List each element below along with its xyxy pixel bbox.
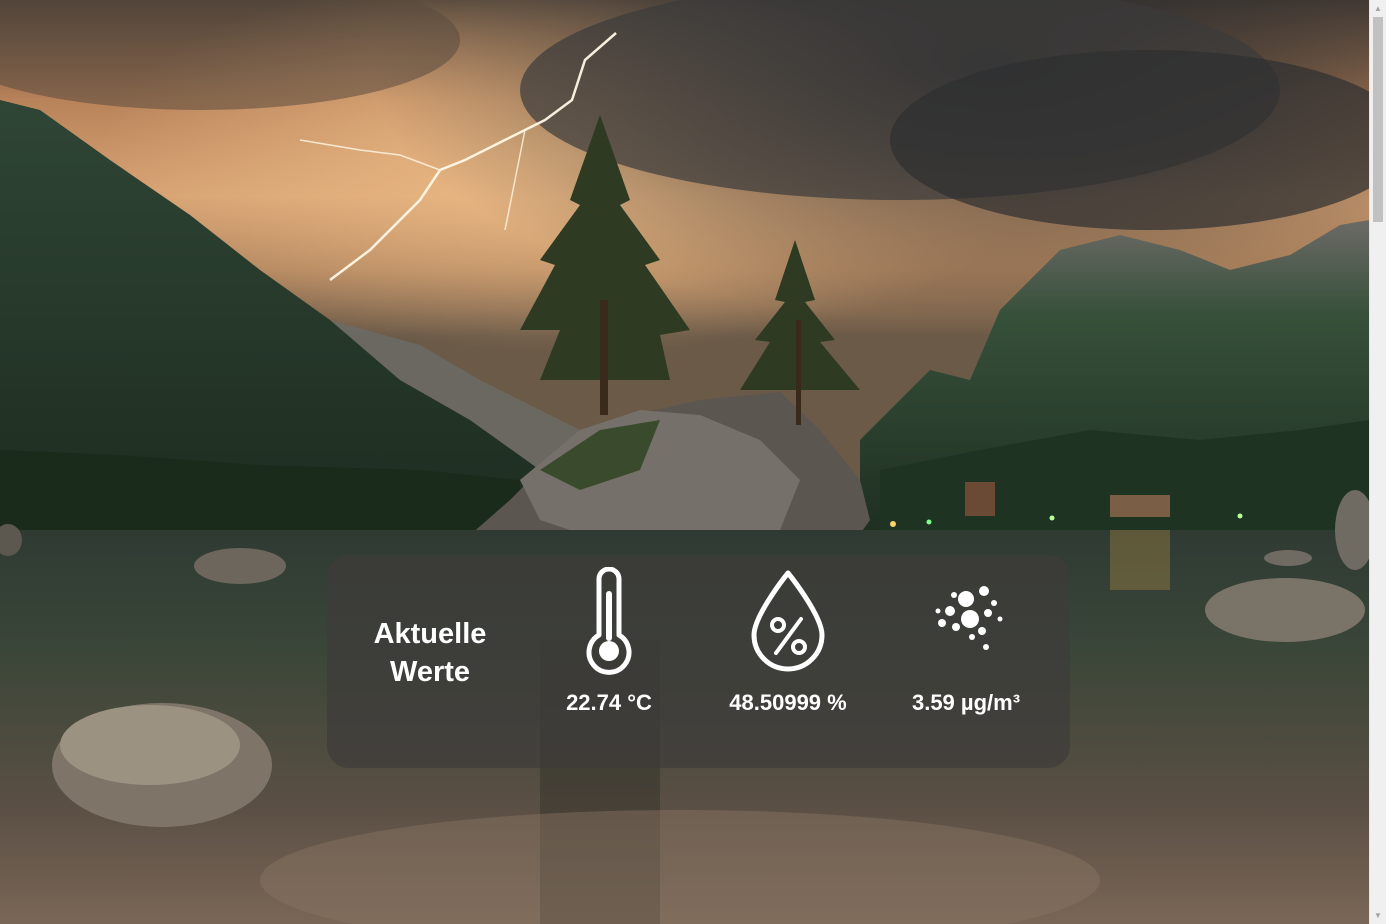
temperature-metric: 22.74 °C	[509, 565, 709, 735]
panel-title-line1: Aktuelle	[373, 618, 487, 650]
scrollbar-thumb[interactable]	[1373, 17, 1383, 222]
current-values-panel: Aktuelle Werte 22.74 °C 48.50999 % 3.59 …	[327, 555, 1070, 768]
thermometer-icon	[586, 567, 632, 675]
panel-title-line2: Werte	[389, 656, 471, 688]
page-viewport: Aktuelle Werte 22.74 °C 48.50999 % 3.59 …	[0, 0, 1369, 924]
humidity-drop-percent-icon	[751, 570, 825, 672]
humidity-metric: 48.50999 %	[688, 565, 888, 735]
particles-icon	[935, 586, 1003, 650]
scroll-down-arrow-icon[interactable]: ▼	[1370, 907, 1386, 924]
panel-title: Aktuelle Werte	[347, 615, 513, 691]
background-landscape-image	[0, 0, 1369, 924]
vertical-scrollbar[interactable]: ▲ ▼	[1369, 0, 1386, 924]
humidity-value: 48.50999 %	[729, 690, 847, 715]
particulate-metric: 3.59 µg/m³	[866, 565, 1066, 735]
temperature-value: 22.74 °C	[566, 690, 652, 715]
scroll-up-arrow-icon[interactable]: ▲	[1370, 0, 1386, 17]
particulate-value: 3.59 µg/m³	[911, 690, 1021, 715]
